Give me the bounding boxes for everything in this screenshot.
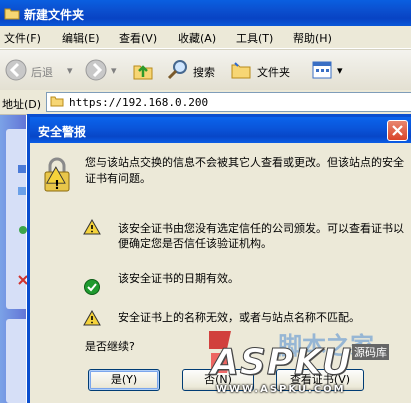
task-pane [0,115,28,403]
forward-arrow-icon[interactable] [84,58,108,82]
folders-button-label[interactable]: 文件夹 [257,64,290,80]
menu-file[interactable]: 文件(F) [4,30,41,46]
back-arrow-icon[interactable] [4,58,28,82]
warning-icon [83,219,101,235]
address-value: https://192.168.0.200 [69,96,209,109]
watermark-url: WWW.ASPKU.COM [216,384,346,395]
check-ok-icon [84,279,100,295]
menu-favorites[interactable]: 收藏(A) [178,30,216,46]
cert-name-warning: 安全证书上的名称无效，或者与站点名称不匹配。 [118,311,360,324]
folders-icon[interactable] [229,58,253,82]
toolbar: 后退 ▾ ▾ 搜索 文件夹 ▾ [0,49,411,91]
views-icon[interactable] [310,58,334,82]
views-dropdown-icon[interactable]: ▾ [337,64,343,77]
menu-edit[interactable]: 编辑(E) [62,30,100,46]
watermark-logo-text: ASPKU [210,342,353,384]
cert-issuer-warning: 该安全证书由您没有选定信任的公司颁发。可以查看证书以便确定您是否信任该验证机构。 [118,222,404,250]
dialog-title: 安全警报 [38,125,87,139]
dialog-titlebar[interactable]: 安全警报 [30,117,411,143]
address-bar: 地址(D) https://192.168.0.200 [0,90,411,115]
window-title: 新建文件夹 [24,8,85,22]
close-button[interactable] [387,120,408,141]
watermark-tag: 源码库 [352,344,389,360]
cert-date-valid: 该安全证书的日期有效。 [118,272,239,285]
address-label: 地址(D) [2,98,42,111]
menu-bar: 文件(F) 编辑(E) 查看(V) 收藏(A) 工具(T) 帮助(H) [0,26,411,49]
forward-dropdown-icon[interactable]: ▾ [111,64,117,77]
up-folder-icon[interactable] [131,58,155,82]
back-dropdown-icon[interactable]: ▾ [67,64,73,77]
folder-icon [50,96,64,107]
dialog-message: 您与该站点交换的信息不会被其它人查看或更改。但该站点的安全证书有问题。 [85,156,404,185]
task-pane-panel-2 [6,319,26,403]
search-icon[interactable] [166,58,190,82]
address-input[interactable]: https://192.168.0.200 [46,92,411,112]
warning-lock-icon: ! [44,157,70,192]
continue-question: 是否继续? [85,340,135,353]
svg-text:!: ! [54,178,59,192]
search-button-label[interactable]: 搜索 [193,64,215,80]
menu-tools[interactable]: 工具(T) [236,30,273,46]
yes-button[interactable]: 是(Y) [88,369,160,391]
window-titlebar[interactable]: 新建文件夹 [0,0,411,26]
back-button-label[interactable]: 后退 [31,64,53,80]
close-icon [392,125,403,136]
warning-icon [83,310,101,326]
menu-help[interactable]: 帮助(H) [293,30,332,46]
folder-icon [4,8,20,20]
menu-view[interactable]: 查看(V) [119,30,157,46]
